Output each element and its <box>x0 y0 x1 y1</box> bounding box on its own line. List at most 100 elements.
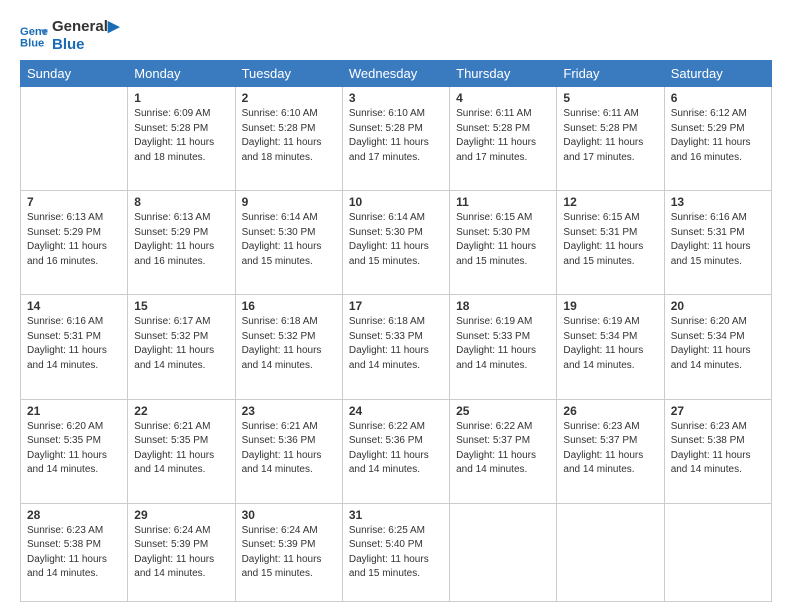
day-cell-12: 12 Sunrise: 6:15 AMSunset: 5:31 PMDayligh… <box>557 191 664 295</box>
day-info: Sunrise: 6:14 AMSunset: 5:30 PMDaylight:… <box>242 211 336 269</box>
day-number: 13 <box>671 195 765 209</box>
day-number: 3 <box>349 91 443 105</box>
day-cell-31: 31Sunrise: 6:25 AMSunset: 5:40 PMDayligh… <box>342 503 449 601</box>
day-number: 12 <box>563 195 657 209</box>
day-info: Sunrise: 6:11 AMSunset: 5:28 PMDaylight:… <box>563 107 657 165</box>
empty-cell <box>450 503 557 601</box>
day-cell-4: 4 Sunrise: 6:11 AMSunset: 5:28 PMDaylight… <box>450 87 557 191</box>
day-number: 20 <box>671 299 765 313</box>
day-info: Sunrise: 6:15 AMSunset: 5:31 PMDaylight:… <box>563 211 657 269</box>
day-info: Sunrise: 6:18 AMSunset: 5:33 PMDaylight:… <box>349 315 443 373</box>
day-cell-15: 15 Sunrise: 6:17 AMSunset: 5:32 PMDayligh… <box>128 295 235 399</box>
day-info: Sunrise: 6:24 AMSunset: 5:39 PMDaylight:… <box>242 524 336 582</box>
day-cell-18: 18 Sunrise: 6:19 AMSunset: 5:33 PMDayligh… <box>450 295 557 399</box>
weekday-header-row: SundayMondayTuesdayWednesdayThursdayFrid… <box>21 61 772 87</box>
day-number: 22 <box>134 404 228 418</box>
day-number: 23 <box>242 404 336 418</box>
day-number: 26 <box>563 404 657 418</box>
calendar-table: SundayMondayTuesdayWednesdayThursdayFrid… <box>20 60 772 602</box>
day-cell-9: 9 Sunrise: 6:14 AMSunset: 5:30 PMDaylight… <box>235 191 342 295</box>
week-row-1: 1 Sunrise: 6:09 AMSunset: 5:28 PMDaylight… <box>21 87 772 191</box>
day-number: 30 <box>242 508 336 522</box>
day-cell-10: 10Sunrise: 6:14 AMSunset: 5:30 PMDayligh… <box>342 191 449 295</box>
day-info: Sunrise: 6:13 AMSunset: 5:29 PMDaylight:… <box>134 211 228 269</box>
day-number: 14 <box>27 299 121 313</box>
day-number: 31 <box>349 508 443 522</box>
empty-cell <box>557 503 664 601</box>
day-number: 27 <box>671 404 765 418</box>
week-row-4: 21 Sunrise: 6:20 AMSunset: 5:35 PMDayligh… <box>21 399 772 503</box>
weekday-header-friday: Friday <box>557 61 664 87</box>
empty-cell <box>664 503 771 601</box>
day-number: 19 <box>563 299 657 313</box>
day-number: 24 <box>349 404 443 418</box>
day-cell-14: 14 Sunrise: 6:16 AMSunset: 5:31 PMDayligh… <box>21 295 128 399</box>
day-info: Sunrise: 6:10 AMSunset: 5:28 PMDaylight:… <box>242 107 336 165</box>
weekday-header-monday: Monday <box>128 61 235 87</box>
day-cell-27: 27 Sunrise: 6:23 AMSunset: 5:38 PMDayligh… <box>664 399 771 503</box>
day-number: 16 <box>242 299 336 313</box>
day-number: 2 <box>242 91 336 105</box>
day-cell-3: 3 Sunrise: 6:10 AMSunset: 5:28 PMDaylight… <box>342 87 449 191</box>
day-info: Sunrise: 6:23 AMSunset: 5:38 PMDaylight:… <box>27 524 121 582</box>
day-cell-28: 28 Sunrise: 6:23 AMSunset: 5:38 PMDayligh… <box>21 503 128 601</box>
day-cell-22: 22 Sunrise: 6:21 AMSunset: 5:35 PMDayligh… <box>128 399 235 503</box>
day-number: 17 <box>349 299 443 313</box>
day-cell-13: 13 Sunrise: 6:16 AMSunset: 5:31 PMDayligh… <box>664 191 771 295</box>
day-info: Sunrise: 6:14 AMSunset: 5:30 PMDaylight:… <box>349 211 443 269</box>
day-number: 1 <box>134 91 228 105</box>
day-info: Sunrise: 6:19 AMSunset: 5:33 PMDaylight:… <box>456 315 550 373</box>
day-info: Sunrise: 6:17 AMSunset: 5:32 PMDaylight:… <box>134 315 228 373</box>
week-row-2: 7 Sunrise: 6:13 AMSunset: 5:29 PMDaylight… <box>21 191 772 295</box>
day-info: Sunrise: 6:21 AMSunset: 5:35 PMDaylight:… <box>134 420 228 478</box>
day-info: Sunrise: 6:20 AMSunset: 5:34 PMDaylight:… <box>671 315 765 373</box>
day-number: 25 <box>456 404 550 418</box>
day-number: 18 <box>456 299 550 313</box>
day-cell-19: 19 Sunrise: 6:19 AMSunset: 5:34 PMDayligh… <box>557 295 664 399</box>
day-info: Sunrise: 6:11 AMSunset: 5:28 PMDaylight:… <box>456 107 550 165</box>
day-cell-30: 30 Sunrise: 6:24 AMSunset: 5:39 PMDayligh… <box>235 503 342 601</box>
day-cell-29: 29Sunrise: 6:24 AMSunset: 5:39 PMDayligh… <box>128 503 235 601</box>
day-number: 7 <box>27 195 121 209</box>
day-number: 4 <box>456 91 550 105</box>
day-number: 21 <box>27 404 121 418</box>
day-info: Sunrise: 6:16 AMSunset: 5:31 PMDaylight:… <box>671 211 765 269</box>
weekday-header-thursday: Thursday <box>450 61 557 87</box>
day-info: Sunrise: 6:22 AMSunset: 5:36 PMDaylight:… <box>349 420 443 478</box>
day-number: 11 <box>456 195 550 209</box>
day-number: 15 <box>134 299 228 313</box>
day-info: Sunrise: 6:19 AMSunset: 5:34 PMDaylight:… <box>563 315 657 373</box>
day-info: Sunrise: 6:09 AMSunset: 5:28 PMDaylight:… <box>134 107 228 165</box>
day-number: 28 <box>27 508 121 522</box>
day-cell-8: 8Sunrise: 6:13 AMSunset: 5:29 PMDaylight… <box>128 191 235 295</box>
day-info: Sunrise: 6:21 AMSunset: 5:36 PMDaylight:… <box>242 420 336 478</box>
week-row-3: 14 Sunrise: 6:16 AMSunset: 5:31 PMDayligh… <box>21 295 772 399</box>
empty-cell <box>21 87 128 191</box>
day-cell-17: 17 Sunrise: 6:18 AMSunset: 5:33 PMDayligh… <box>342 295 449 399</box>
day-cell-2: 2 Sunrise: 6:10 AMSunset: 5:28 PMDaylight… <box>235 87 342 191</box>
day-info: Sunrise: 6:12 AMSunset: 5:29 PMDaylight:… <box>671 107 765 165</box>
weekday-header-sunday: Sunday <box>21 61 128 87</box>
logo: General Blue General▶ Blue <box>20 18 119 54</box>
day-cell-6: 6 Sunrise: 6:12 AMSunset: 5:29 PMDaylight… <box>664 87 771 191</box>
day-cell-1: 1 Sunrise: 6:09 AMSunset: 5:28 PMDaylight… <box>128 87 235 191</box>
day-info: Sunrise: 6:20 AMSunset: 5:35 PMDaylight:… <box>27 420 121 478</box>
day-info: Sunrise: 6:23 AMSunset: 5:37 PMDaylight:… <box>563 420 657 478</box>
day-cell-16: 16Sunrise: 6:18 AMSunset: 5:32 PMDayligh… <box>235 295 342 399</box>
day-cell-20: 20 Sunrise: 6:20 AMSunset: 5:34 PMDayligh… <box>664 295 771 399</box>
svg-text:Blue: Blue <box>20 37 44 49</box>
weekday-header-tuesday: Tuesday <box>235 61 342 87</box>
day-cell-5: 5Sunrise: 6:11 AMSunset: 5:28 PMDaylight… <box>557 87 664 191</box>
day-info: Sunrise: 6:10 AMSunset: 5:28 PMDaylight:… <box>349 107 443 165</box>
day-info: Sunrise: 6:24 AMSunset: 5:39 PMDaylight:… <box>134 524 228 582</box>
day-info: Sunrise: 6:13 AMSunset: 5:29 PMDaylight:… <box>27 211 121 269</box>
day-info: Sunrise: 6:23 AMSunset: 5:38 PMDaylight:… <box>671 420 765 478</box>
day-info: Sunrise: 6:16 AMSunset: 5:31 PMDaylight:… <box>27 315 121 373</box>
day-cell-24: 24 Sunrise: 6:22 AMSunset: 5:36 PMDayligh… <box>342 399 449 503</box>
day-number: 6 <box>671 91 765 105</box>
day-cell-23: 23 Sunrise: 6:21 AMSunset: 5:36 PMDayligh… <box>235 399 342 503</box>
weekday-header-saturday: Saturday <box>664 61 771 87</box>
day-number: 9 <box>242 195 336 209</box>
day-cell-26: 26 Sunrise: 6:23 AMSunset: 5:37 PMDayligh… <box>557 399 664 503</box>
day-cell-11: 11Sunrise: 6:15 AMSunset: 5:30 PMDayligh… <box>450 191 557 295</box>
